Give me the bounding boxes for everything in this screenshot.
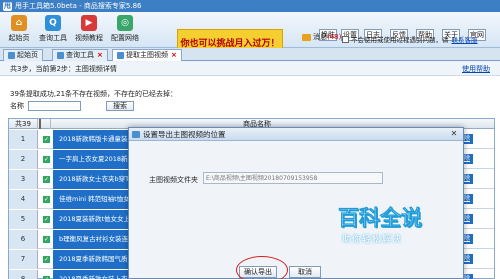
toolbar-video-button[interactable]: ▶ 视频教程 [72, 15, 106, 47]
name-filter-row: 名称 搜索 [10, 101, 134, 111]
row-number: 1 [9, 130, 38, 149]
toolbar-network-button[interactable]: ◎ 配置网络 [108, 15, 142, 47]
row-number: 6 [9, 230, 38, 249]
row-checkbox[interactable]: ✓ [43, 256, 50, 263]
messages-count: (48) [327, 33, 342, 41]
folder-path-field[interactable]: E:\商品视频\主图视频20180709153958 [203, 172, 383, 184]
dialog-title-bar: 设置导出主图视频的位置 ✕ [129, 128, 463, 141]
toolbar-home-button[interactable]: ⌂ 起始页 [2, 15, 36, 47]
search-button[interactable]: 搜索 [106, 101, 134, 111]
tab-extract-video[interactable]: 提取主图视频 × [112, 49, 182, 61]
app-logo-icon: 甩 [3, 1, 12, 11]
tab-search-tool[interactable]: 查询工具 × [52, 49, 108, 61]
contact-support-link[interactable]: 联系客服 [452, 34, 478, 44]
row-checkbox[interactable]: ✓ [43, 156, 50, 163]
step-indicator: 共3步，当前第2步：主图视频详情 [10, 65, 117, 73]
watermark-logo: 百科全说 助你轻松解决 [338, 200, 456, 250]
toolbar-home-label: 起始页 [8, 34, 30, 42]
close-tab-icon[interactable]: × [171, 50, 177, 61]
row-number: 4 [9, 190, 38, 209]
row-number: 7 [9, 250, 38, 269]
notice-line: 不会使用或使用过程遇到问题，请 联系客服 [342, 34, 478, 44]
toolbar-search-tool-button[interactable]: Q 查询工具 [36, 15, 70, 47]
search-tool-icon: Q [45, 15, 61, 31]
close-icon[interactable]: ✕ [447, 129, 461, 139]
messages-indicator[interactable]: 消息 (48) [302, 32, 341, 42]
folder-label: 主图视频文件夹 [149, 176, 198, 184]
highlight-circle [236, 256, 288, 279]
notice-checkbox[interactable] [342, 35, 349, 43]
toolbar-search-tool-label: 查询工具 [39, 34, 67, 42]
network-icon: ◎ [117, 15, 133, 31]
row-number: 5 [9, 210, 38, 229]
tab-bar: 起始页 查询工具 × 提取主图视频 × [0, 48, 500, 61]
row-checkbox[interactable]: ✓ [43, 196, 50, 203]
row-checkbox[interactable]: ✓ [43, 236, 50, 243]
messages-label: 消息 [313, 33, 327, 41]
extract-video-tab-icon [117, 52, 124, 59]
row-checkbox[interactable]: ✓ [43, 216, 50, 223]
toolbar: ⌂ 起始页 Q 查询工具 ▶ 视频教程 ◎ 配置网络 你也可以挑战月入过万！ 换… [0, 12, 500, 55]
home-icon: ⌂ [11, 15, 27, 31]
start-page-icon [8, 52, 15, 59]
window-title: 甩手工具箱5.0beta - 商品搜索专家5.86 [15, 2, 142, 10]
watermark-title: 百科全说 [338, 206, 423, 231]
notice-text: 不会使用或使用过程遇到问题，请 [351, 36, 449, 44]
video-icon: ▶ [81, 15, 97, 31]
row-number: 8 [9, 270, 38, 279]
title-bar: 甩 甩手工具箱5.0beta - 商品搜索专家5.86 [0, 0, 500, 12]
count-header: 共39 [9, 119, 38, 129]
toolbar-network-label: 配置网络 [111, 34, 139, 42]
mail-icon [302, 33, 311, 41]
search-tool-tab-icon [57, 52, 64, 59]
row-number: 2 [9, 150, 38, 169]
tab-search-tool-label: 查询工具 [66, 51, 94, 59]
select-all-checkbox[interactable] [39, 119, 41, 129]
toolbar-video-label: 视频教程 [75, 34, 103, 42]
cancel-button[interactable]: 取消 [289, 266, 321, 278]
row-checkbox[interactable]: ✓ [43, 176, 50, 183]
name-search-input[interactable] [28, 101, 81, 111]
usage-help-link[interactable]: 使用帮助 [462, 62, 490, 76]
step-bar: 共3步，当前第2步：主图视频详情 使用帮助 [0, 62, 500, 76]
watermark-subtitle: 助你轻松解决 [342, 235, 403, 245]
tab-start-page[interactable]: 起始页 [3, 49, 43, 61]
row-checkbox[interactable]: ✓ [43, 136, 50, 143]
tab-extract-video-label: 提取主图视频 [126, 51, 168, 59]
close-tab-icon[interactable]: × [97, 50, 103, 61]
dialog-title: 设置导出主图视频的位置 [143, 130, 226, 139]
name-filter-label: 名称 [10, 102, 24, 110]
dialog-icon [132, 131, 140, 138]
tab-start-page-label: 起始页 [17, 51, 38, 59]
extract-result-info: 39条提取成功,21条不存在视频，不存在的已经去掉： [10, 90, 178, 98]
select-all-cell [39, 119, 51, 129]
row-number: 3 [9, 170, 38, 189]
